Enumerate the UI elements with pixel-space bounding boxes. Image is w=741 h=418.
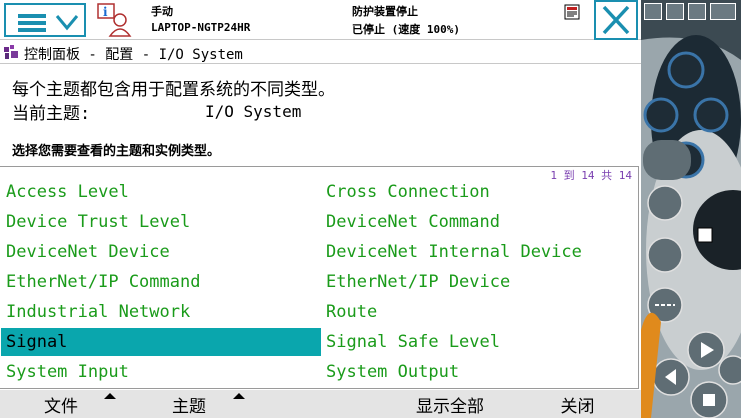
maximize-window-button[interactable] xyxy=(688,3,706,20)
list-item-devicenet-command[interactable]: DeviceNet Command xyxy=(321,208,637,236)
close-x-icon xyxy=(602,5,630,35)
list-item-system-output[interactable]: System Output xyxy=(321,358,637,386)
topic-description: 每个主题都包含用于配置系统的不同类型。 xyxy=(12,80,335,100)
selection-prompt: 选择您需要查看的主题和实例类型。 xyxy=(12,144,221,159)
status-bar: i 手动 LAPTOP-NGTP24HR 防护装置停止 已停止 (速度 100%… xyxy=(0,0,641,40)
list-item-ethernet-ip-device[interactable]: EtherNet/IP Device xyxy=(321,268,637,296)
type-list: 1 到 14 共 14 Access Level Cross Connection… xyxy=(0,166,639,389)
operating-mode: 手动 xyxy=(151,5,173,18)
breadcrumb: 控制面板 - 配置 - I/O System xyxy=(0,40,641,64)
close-window-button[interactable] xyxy=(594,0,638,40)
caret-up-icon xyxy=(233,393,245,399)
bottom-toolbar: 文件 主题 显示全部 关闭 xyxy=(0,390,641,418)
current-topic-label: 当前主题: xyxy=(12,104,91,124)
chevron-down-icon xyxy=(55,15,79,31)
pendant-panel xyxy=(641,0,741,418)
list-item-devicenet-device[interactable]: DeviceNet Device xyxy=(1,238,321,266)
svg-text:i: i xyxy=(103,5,108,19)
hamburger-icon xyxy=(18,14,46,32)
control-panel-icon xyxy=(4,45,18,59)
safety-status: 防护装置停止 xyxy=(352,5,418,18)
list-item-system-input[interactable]: System Input xyxy=(1,358,321,386)
list-item-device-trust-level[interactable]: Device Trust Level xyxy=(1,208,321,236)
window-controls xyxy=(644,3,739,21)
controller-name: LAPTOP-NGTP24HR xyxy=(151,21,251,34)
caret-up-icon xyxy=(104,393,116,399)
close-app-button[interactable] xyxy=(710,3,736,20)
list-item-devicenet-internal-device[interactable]: DeviceNet Internal Device xyxy=(321,238,637,266)
show-all-button[interactable]: 显示全部 xyxy=(395,390,505,418)
list-item-access-level[interactable]: Access Level xyxy=(1,178,321,206)
file-menu-button[interactable]: 文件 xyxy=(20,390,150,418)
list-item-signal-safe-level[interactable]: Signal Safe Level xyxy=(321,328,637,356)
breadcrumb-path: 控制面板 - 配置 - I/O System xyxy=(24,47,243,63)
event-log-icon[interactable] xyxy=(564,4,580,20)
list-item-signal[interactable]: Signal xyxy=(1,328,321,356)
run-status: 已停止 (速度 100%) xyxy=(352,23,460,36)
minimize-window-button[interactable] xyxy=(666,3,684,20)
pendant-hardware-graphic xyxy=(641,0,741,418)
list-item-ethernet-ip-command[interactable]: EtherNet/IP Command xyxy=(1,268,321,296)
theme-menu-label: 主题 xyxy=(172,397,206,417)
main-menu-button[interactable] xyxy=(4,3,86,37)
theme-menu-button[interactable]: 主题 xyxy=(150,390,290,418)
restore-window-button[interactable] xyxy=(644,3,662,20)
user-info-icon[interactable]: i xyxy=(96,2,136,38)
list-item-route[interactable]: Route xyxy=(321,298,637,326)
current-topic-value: I/O System xyxy=(205,102,302,121)
list-item-industrial-network[interactable]: Industrial Network xyxy=(1,298,321,326)
file-menu-label: 文件 xyxy=(44,397,78,417)
list-item-cross-connection[interactable]: Cross Connection xyxy=(321,178,637,206)
close-button[interactable]: 关闭 xyxy=(530,390,625,418)
